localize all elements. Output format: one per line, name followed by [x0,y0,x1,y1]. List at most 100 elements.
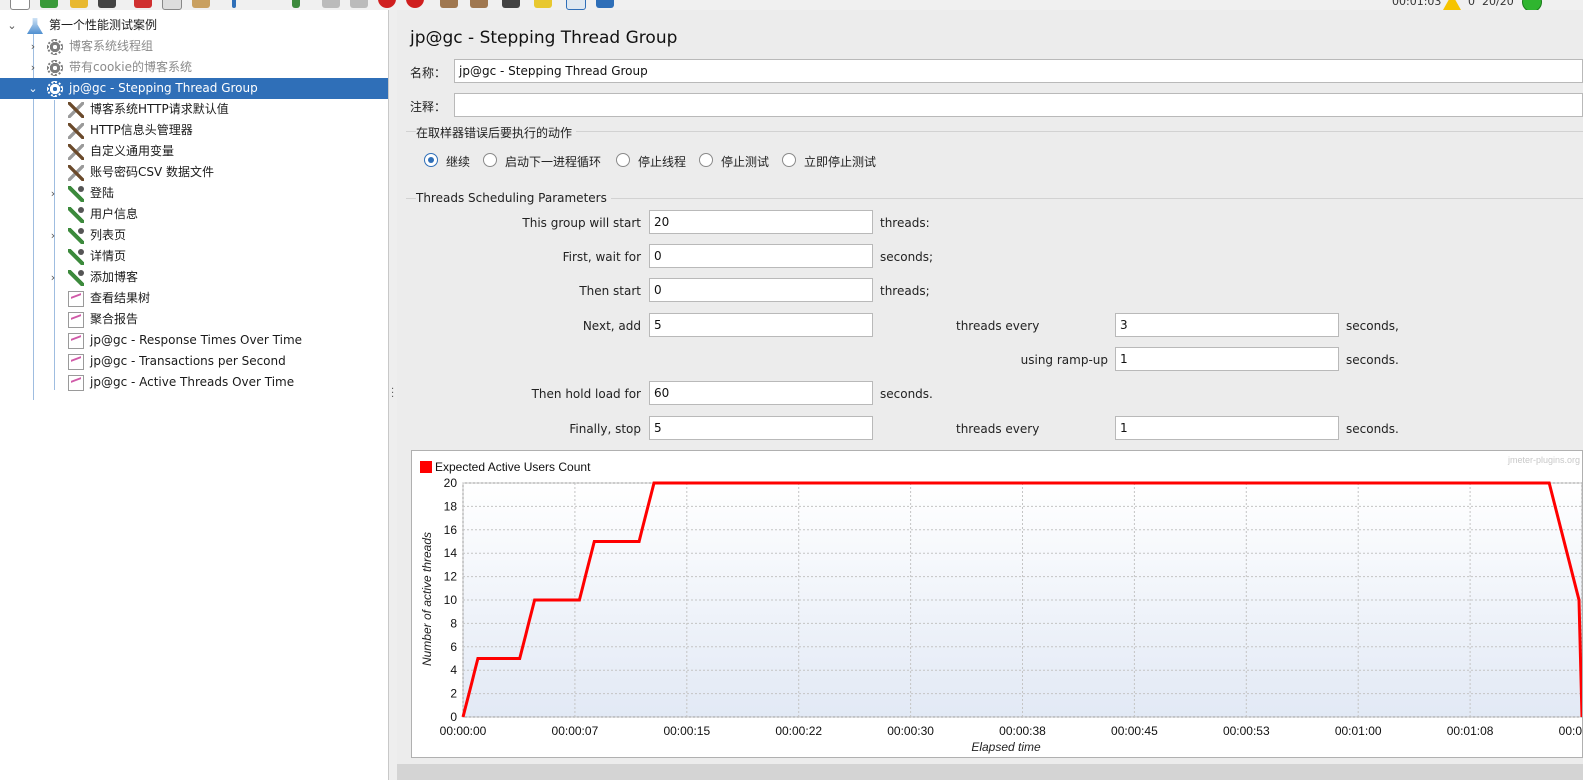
x-tick-label: 00:00:00 [440,724,487,738]
then-start-unit: threads; [880,284,930,298]
clear-icon[interactable] [502,0,520,8]
graph-icon [68,375,84,391]
tree-item-config[interactable]: 账号密码CSV 数据文件 [0,162,388,183]
tree-item-listener[interactable]: jp@gc - Transactions per Second [0,351,388,372]
tree-item-listener[interactable]: 查看结果树 [0,288,388,309]
radio-stop-test[interactable] [699,153,713,167]
radio-continue[interactable] [424,153,438,167]
hold-field[interactable]: 60 [649,381,873,405]
cut-icon[interactable] [134,0,152,8]
radio-label: 继续 [446,155,471,169]
y-tick-label: 8 [450,616,457,630]
tree-item-config[interactable]: HTTP信息头管理器 [0,120,388,141]
running-indicator-icon [1522,0,1542,10]
tree-item-listener[interactable]: jp@gc - Active Threads Over Time [0,372,388,393]
thread-count: 20/20 [1482,0,1514,8]
y-tick-label: 18 [444,499,458,513]
next-add-mid-label: threads every [956,319,1040,333]
elapsed-time: 00:01:03 [1392,0,1442,8]
stop-icon[interactable] [378,0,396,8]
tree-item-sampler[interactable]: › 列表页 [0,225,388,246]
chevron-right-icon[interactable]: › [27,57,39,78]
tree-item-stepping-thread-group[interactable]: ⌄ jp@gc - Stepping Thread Group [0,78,388,99]
save-icon[interactable] [98,0,116,8]
tree-item-label: 详情页 [90,249,127,263]
horizontal-scrollbar[interactable] [397,764,1583,780]
stop-field[interactable]: 5 [649,416,873,440]
tree-item-label: 登陆 [90,186,115,200]
toggle-icon[interactable] [292,0,300,8]
remote-start-icon[interactable] [440,0,458,8]
copy-icon[interactable] [162,0,182,10]
chevron-down-icon[interactable]: ⌄ [27,78,39,99]
paste-icon[interactable] [192,0,210,8]
y-tick-label: 0 [450,710,457,724]
wait-seconds-field[interactable]: 0 [649,244,873,268]
tree-item-label: 第一个性能测试案例 [49,18,158,32]
chevron-right-icon[interactable]: › [47,267,59,288]
tree-item-label: jp@gc - Response Times Over Time [90,333,303,347]
y-tick-label: 2 [450,687,457,701]
tree-item-label: 用户信息 [90,207,139,221]
tree-item-sampler[interactable]: › 登陆 [0,183,388,204]
x-tick-label: 00:01:00 [1335,724,1382,738]
tree-item-sampler[interactable]: › 添加博客 [0,267,388,288]
pipette-icon [68,249,84,265]
tree-item-config[interactable]: 自定义通用变量 [0,141,388,162]
templates-icon[interactable] [40,0,58,8]
stop-every-field[interactable]: 1 [1115,416,1339,440]
expand-icon[interactable] [232,0,236,8]
tree-item-label: 自定义通用变量 [90,144,175,158]
y-tick-label: 16 [444,523,458,537]
new-icon[interactable] [10,0,30,10]
search-icon[interactable] [566,0,586,10]
next-add-every-field[interactable]: 3 [1115,313,1339,337]
radio-start-next-loop[interactable] [483,153,497,167]
x-tick-label: 00:01:16 [1559,724,1582,738]
clear-all-icon[interactable] [534,0,552,8]
tools-icon [68,144,84,160]
chart-panel: Expected Active Users Count jmeter-plugi… [411,450,1583,758]
warning-icon[interactable] [1443,0,1461,10]
tree-item-thread-group[interactable]: › 带有cookie的博客系统 [0,57,388,78]
start-icon[interactable] [322,0,340,8]
radio-stop-test-now[interactable] [782,153,796,167]
tree-item-config[interactable]: 博客系统HTTP请求默认值 [0,99,388,120]
tree-item-listener[interactable]: jp@gc - Response Times Over Time [0,330,388,351]
name-field[interactable]: jp@gc - Stepping Thread Group [454,59,1583,83]
tree-item-test-plan[interactable]: ⌄ 第一个性能测试案例 [0,15,388,36]
gear-icon [47,60,63,76]
tree-item-thread-group[interactable]: › 博客系统线程组 [0,36,388,57]
stop-label: Finally, stop [569,422,641,436]
then-start-field[interactable]: 0 [649,278,873,302]
ramp-up-field[interactable]: 1 [1115,347,1339,371]
ramp-up-label: using ramp-up [1020,353,1108,367]
then-start-label: Then start [579,284,641,298]
remote-stop-icon[interactable] [470,0,488,8]
chevron-right-icon[interactable]: › [47,225,59,246]
gear-icon [47,81,63,97]
comment-field[interactable] [454,93,1583,117]
radio-label: 停止线程 [638,155,687,169]
start-no-pause-icon[interactable] [350,0,368,8]
chevron-right-icon[interactable]: › [27,36,39,57]
tree-item-label: HTTP信息头管理器 [90,123,193,137]
tools-icon [68,123,84,139]
tree-item-listener[interactable]: 聚合报告 [0,309,388,330]
splitter-grip-icon[interactable]: · · · [391,385,394,403]
help-icon[interactable] [596,0,614,8]
chevron-down-icon[interactable]: ⌄ [6,15,18,36]
next-add-field[interactable]: 5 [649,313,873,337]
error-action-title: 在取样器错误后要执行的动作 [416,124,577,141]
start-threads-field[interactable]: 20 [649,210,873,234]
shutdown-icon[interactable] [406,0,424,8]
radio-stop-thread[interactable] [616,153,630,167]
tree-item-sampler[interactable]: 详情页 [0,246,388,267]
tree-item-sampler[interactable]: 用户信息 [0,204,388,225]
chevron-right-icon[interactable]: › [47,183,59,204]
graph-icon [68,291,84,307]
tree-item-label: jp@gc - Stepping Thread Group [69,81,258,95]
open-icon[interactable] [70,0,88,8]
x-tick-label: 00:00:38 [999,724,1046,738]
legend-label: Expected Active Users Count [435,460,591,474]
